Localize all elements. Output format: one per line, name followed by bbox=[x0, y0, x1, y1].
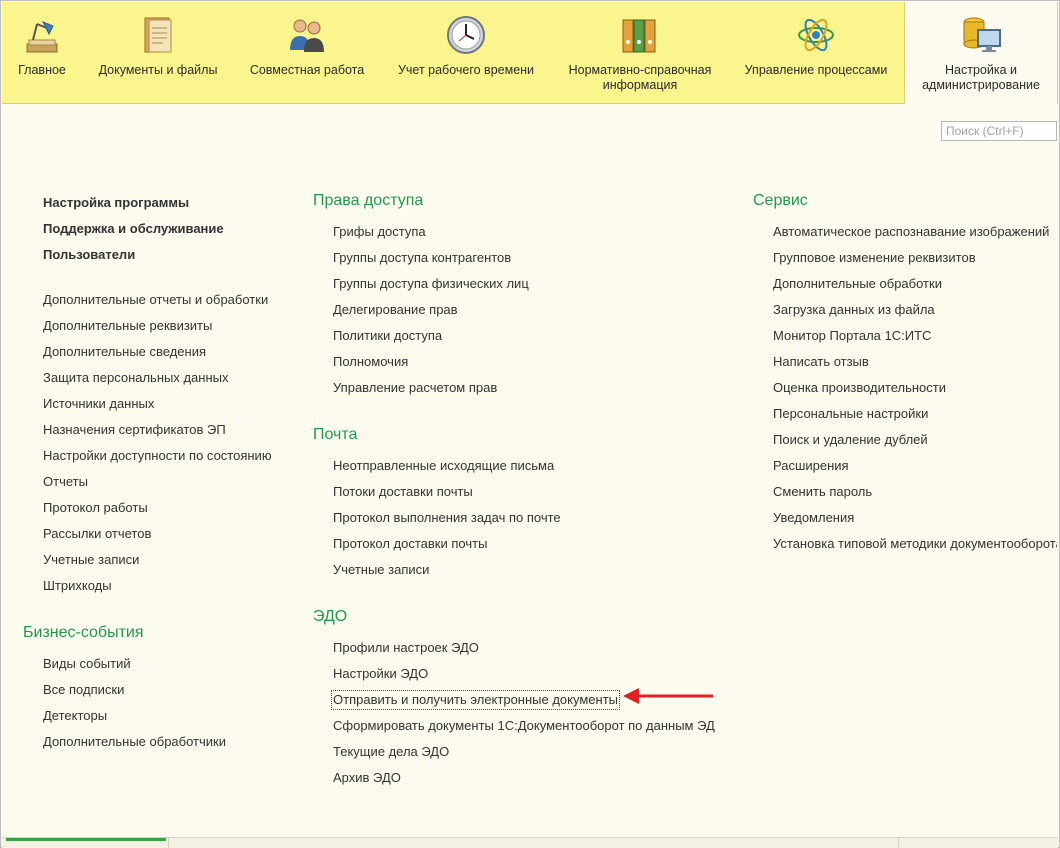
list-item[interactable]: Монитор Портала 1С:ИТС bbox=[773, 328, 931, 344]
status-segment bbox=[168, 838, 899, 848]
list-item[interactable]: Сформировать документы 1С:Документооборо… bbox=[333, 718, 715, 734]
list-item[interactable]: Персональные настройки bbox=[773, 406, 928, 422]
search-input[interactable] bbox=[941, 121, 1057, 141]
list-item[interactable]: Рассылки отчетов bbox=[43, 526, 151, 542]
list-item[interactable]: Отчеты bbox=[43, 474, 88, 490]
list-item[interactable]: Настройки ЭДО bbox=[333, 666, 428, 682]
people-icon bbox=[290, 19, 324, 52]
list-item[interactable]: Дополнительные отчеты и обработки bbox=[43, 292, 268, 308]
list-item[interactable]: Архив ЭДО bbox=[333, 770, 401, 786]
list-item[interactable]: Уведомления bbox=[773, 510, 854, 526]
list-item[interactable]: Сменить пароль bbox=[773, 484, 872, 500]
list-item[interactable]: Групповое изменение реквизитов bbox=[773, 250, 976, 266]
link-send-receive-edocs[interactable]: Отправить и получить электронные докумен… bbox=[331, 690, 620, 710]
list-item[interactable]: Протокол выполнения задач по почте bbox=[333, 510, 561, 526]
section-label: Нормативно-справочная информация bbox=[568, 63, 712, 92]
list-item[interactable]: Источники данных bbox=[43, 396, 154, 412]
section-administration[interactable]: Настройка и администрирование bbox=[904, 2, 1058, 104]
section-label: Совместная работа bbox=[249, 63, 365, 77]
list-item[interactable]: Управление расчетом прав bbox=[333, 380, 497, 396]
group-title-business-events: Бизнес-события bbox=[23, 624, 144, 641]
section-label: Настройка и администрирование bbox=[922, 63, 1040, 92]
section-process-management[interactable]: Управление процессами bbox=[728, 2, 904, 103]
binders-icon bbox=[622, 19, 656, 53]
list-item[interactable]: Учетные записи bbox=[43, 552, 139, 568]
link-users[interactable]: Пользователи bbox=[43, 247, 135, 263]
list-item[interactable]: Защита персональных данных bbox=[43, 370, 229, 386]
list-item[interactable]: Потоки доставки почты bbox=[333, 484, 473, 500]
link-program-settings[interactable]: Настройка программы bbox=[43, 195, 189, 211]
list-item[interactable]: Назначения сертификатов ЭП bbox=[43, 422, 226, 438]
list-item[interactable]: Расширения bbox=[773, 458, 849, 474]
desk-lamp-icon bbox=[26, 21, 58, 53]
list-item[interactable]: Грифы доступа bbox=[333, 224, 426, 240]
application-window: Главное Документы и файлы Совместная раб… bbox=[0, 0, 1060, 848]
list-item[interactable]: Виды событий bbox=[43, 656, 131, 672]
list-item[interactable]: Учетные записи bbox=[333, 562, 429, 578]
list-item[interactable]: Профили настроек ЭДО bbox=[333, 640, 479, 656]
document-folder-icon bbox=[144, 17, 172, 53]
list-item[interactable]: Дополнительные реквизиты bbox=[43, 318, 212, 334]
section-time-tracking[interactable]: Учет рабочего времени bbox=[380, 2, 552, 103]
list-item[interactable]: Полномочия bbox=[333, 354, 408, 370]
section-label: Документы и файлы bbox=[98, 63, 218, 77]
group-title-service: Сервис bbox=[753, 192, 808, 209]
clock-icon bbox=[447, 16, 485, 54]
list-item[interactable]: Делегирование прав bbox=[333, 302, 458, 318]
database-monitor-icon bbox=[963, 17, 1001, 52]
status-bar bbox=[2, 837, 1058, 848]
section-label: Главное bbox=[18, 63, 66, 77]
section-label: Управление процессами bbox=[744, 63, 888, 77]
list-item[interactable]: Группы доступа физических лиц bbox=[333, 276, 529, 292]
list-item[interactable]: Установка типовой методики документообор… bbox=[773, 536, 1057, 552]
list-item[interactable]: Протокол доставки почты bbox=[333, 536, 487, 552]
status-segment bbox=[2, 838, 169, 848]
group-title-edo: ЭДО bbox=[313, 608, 348, 625]
list-item[interactable]: Автоматическое распознавание изображений bbox=[773, 224, 1049, 240]
list-item[interactable]: Поиск и удаление дублей bbox=[773, 432, 928, 448]
list-item[interactable]: Написать отзыв bbox=[773, 354, 869, 370]
section-collaboration[interactable]: Совместная работа bbox=[234, 2, 380, 103]
sections-panel: Главное Документы и файлы Совместная раб… bbox=[2, 2, 1058, 104]
process-atom-icon bbox=[798, 18, 834, 52]
list-item[interactable]: Загрузка данных из файла bbox=[773, 302, 935, 318]
list-item[interactable]: Неотправленные исходящие письма bbox=[333, 458, 554, 474]
section-reference-info[interactable]: Нормативно-справочная информация bbox=[552, 2, 728, 103]
list-item[interactable]: Текущие дела ЭДО bbox=[333, 744, 449, 760]
list-item[interactable]: Протокол работы bbox=[43, 500, 148, 516]
list-item[interactable]: Штрихкоды bbox=[43, 578, 112, 594]
section-main[interactable]: Главное bbox=[2, 2, 82, 103]
group-title-access-rights: Права доступа bbox=[313, 192, 424, 209]
list-item[interactable]: Оценка производительности bbox=[773, 380, 946, 396]
section-documents[interactable]: Документы и файлы bbox=[82, 2, 234, 103]
group-title-mail: Почта bbox=[313, 426, 358, 443]
link-support-maintenance[interactable]: Поддержка и обслуживание bbox=[43, 221, 224, 237]
list-item[interactable]: Настройки доступности по состоянию bbox=[43, 448, 272, 464]
list-item[interactable]: Политики доступа bbox=[333, 328, 442, 344]
list-item[interactable]: Дополнительные обработчики bbox=[43, 734, 226, 750]
section-label: Учет рабочего времени bbox=[397, 63, 535, 77]
list-item[interactable]: Все подписки bbox=[43, 682, 124, 698]
list-item[interactable]: Детекторы bbox=[43, 708, 107, 724]
list-item[interactable]: Дополнительные сведения bbox=[43, 344, 206, 360]
red-arrow-icon bbox=[623, 688, 713, 704]
list-item[interactable]: Дополнительные обработки bbox=[773, 276, 942, 292]
list-item[interactable]: Группы доступа контрагентов bbox=[333, 250, 511, 266]
